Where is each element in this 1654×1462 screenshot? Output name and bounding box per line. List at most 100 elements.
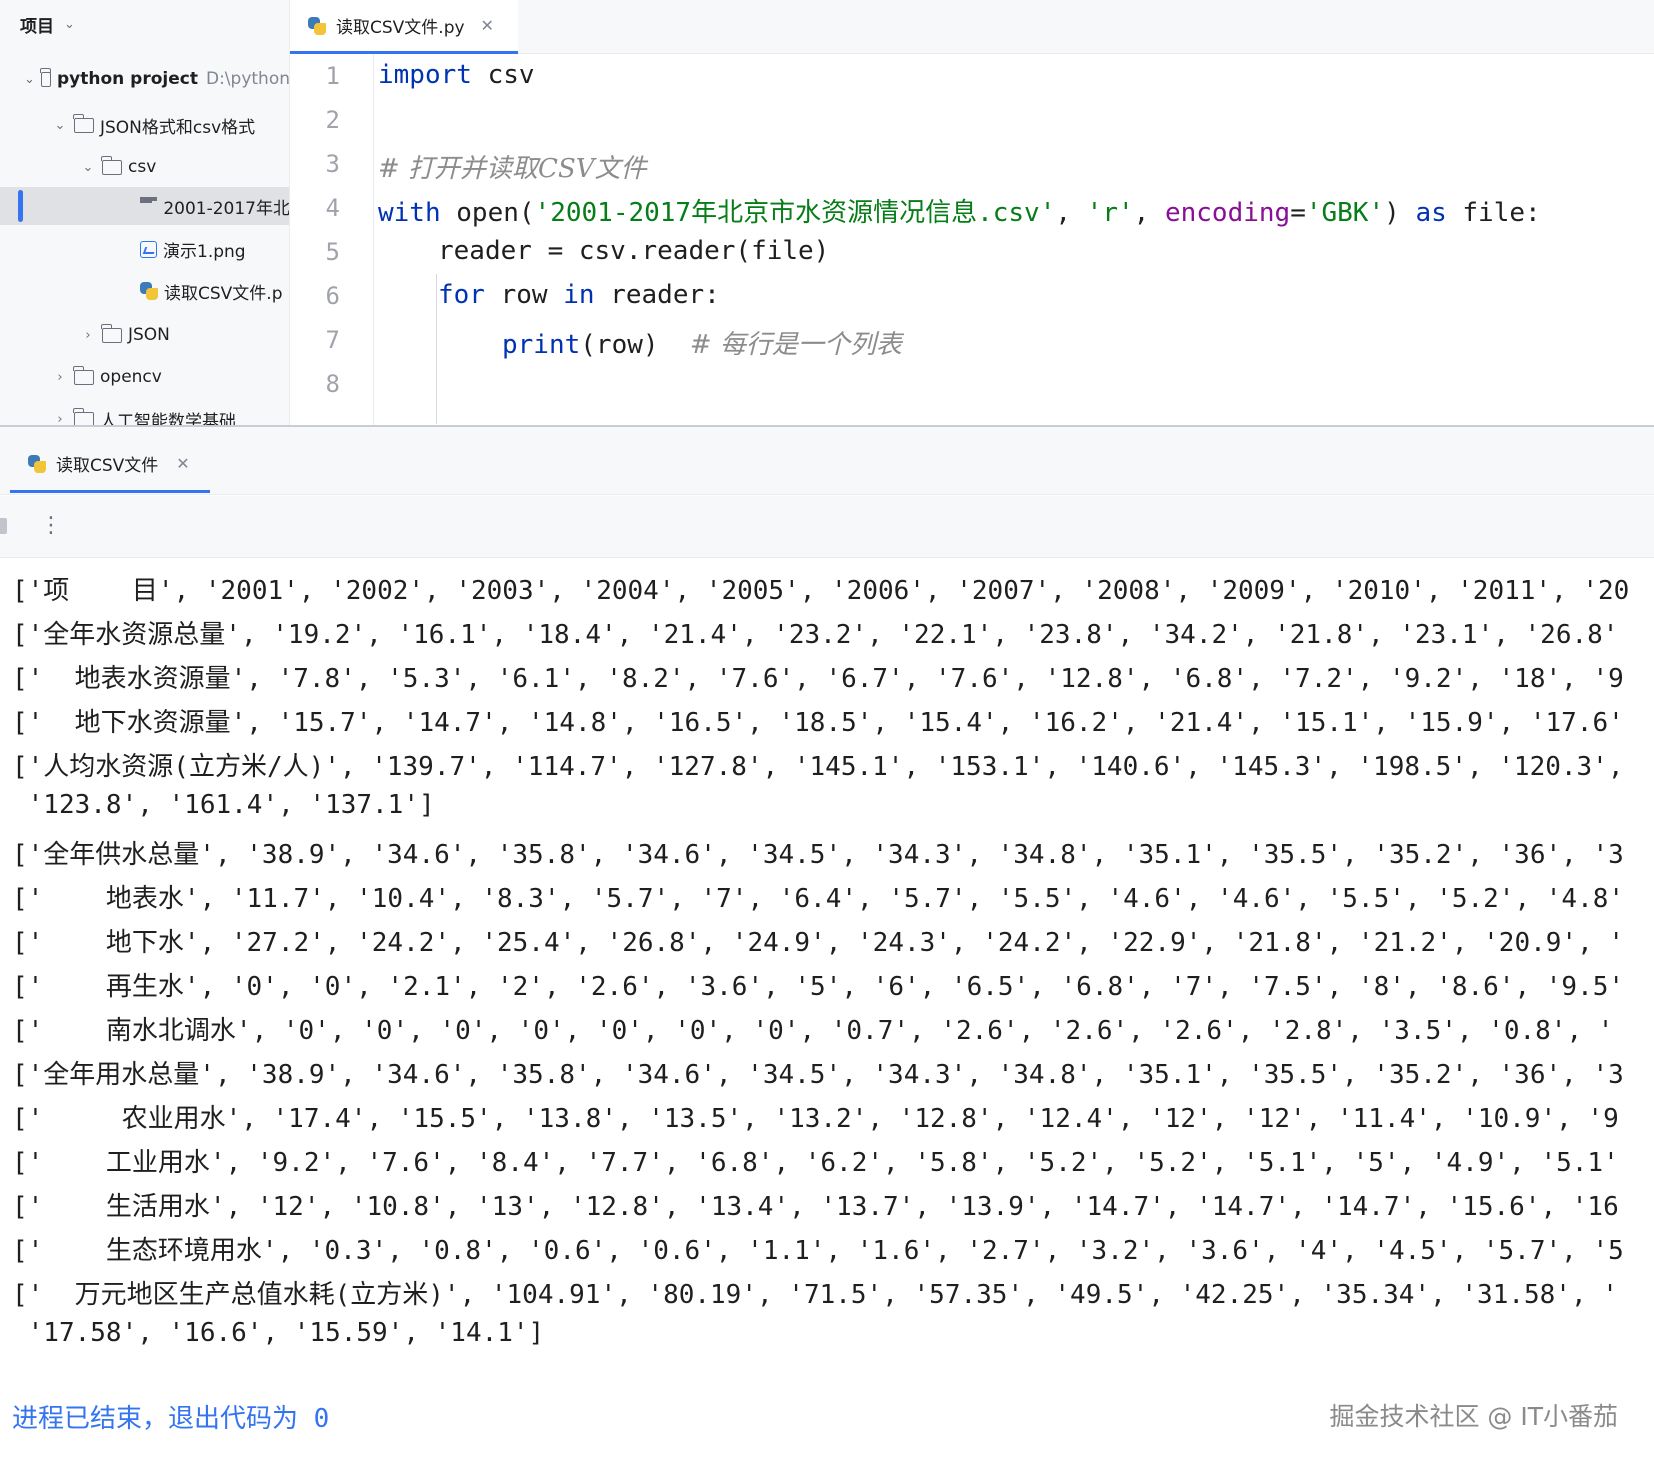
- keyword-token: as: [1415, 198, 1447, 228]
- console-line: ['全年供水总量', '38.9', '34.6', '35.8', '34.6…: [12, 840, 1624, 870]
- builtin-token: print: [502, 330, 581, 360]
- tree-item-csv-folder[interactable]: ⌄ csv: [0, 148, 289, 186]
- chevron-right-icon[interactable]: ›: [80, 328, 96, 343]
- python-file-icon: [140, 282, 158, 300]
- project-view-selector[interactable]: 项目 ⌄: [20, 10, 75, 38]
- comment-token: # 每行是一个列表: [689, 330, 902, 360]
- chevron-down-icon[interactable]: ⌄: [80, 160, 96, 175]
- tree-item-label: JSON格式和csv格式: [100, 117, 256, 138]
- more-options-icon[interactable]: ⋮: [40, 512, 62, 540]
- code-token: ,: [1133, 198, 1165, 228]
- console-line: [' 地下水', '27.2', '24.2', '25.4', '26.8',…: [12, 928, 1625, 958]
- tree-item-json-folder[interactable]: › JSON: [0, 316, 289, 354]
- exit-message: 进程已结束，退出代码为 0: [12, 1404, 330, 1434]
- tree-item-py-file[interactable]: 读取CSV文件.p: [0, 272, 289, 310]
- code-line-5: reader = csv.reader(file): [438, 236, 829, 266]
- stop-icon[interactable]: [0, 518, 7, 534]
- chevron-right-icon[interactable]: ›: [52, 370, 68, 385]
- console-line: ['全年水资源总量', '19.2', '16.1', '18.4', '21.…: [12, 620, 1619, 650]
- line-number: 8: [325, 370, 340, 398]
- console-line: '17.58', '16.6', '15.59', '14.1']: [12, 1318, 545, 1348]
- console-line: ['全年用水总量', '38.9', '34.6', '35.8', '34.6…: [12, 1060, 1624, 1090]
- string-token: 'r': [1086, 198, 1134, 228]
- code-token: (row): [580, 330, 690, 360]
- param-token: encoding: [1164, 198, 1291, 228]
- console-line: [' 地表水', '11.7', '10.4', '8.3', '5.7', '…: [12, 884, 1625, 914]
- tree-item-label: 演示1.png: [163, 241, 246, 262]
- tree-item-label: python project: [57, 69, 198, 89]
- tab-label: 读取CSV文件.py: [336, 18, 465, 38]
- folder-icon: [101, 155, 122, 175]
- keyword-token: for: [438, 280, 485, 310]
- top-area: 项目 ⌄ ⌄ python project D:\python ⌄ JSON格式…: [0, 0, 1654, 426]
- code-token: row: [484, 280, 564, 310]
- console-line: ['项 目', '2001', '2002', '2003', '2004', …: [12, 576, 1630, 606]
- close-icon[interactable]: ✕: [176, 454, 189, 473]
- console-line: ['人均水资源(立方米/人)', '139.7', '114.7', '127.…: [12, 752, 1624, 782]
- console-line: [' 工业用水', '9.2', '7.6', '8.4', '7.7', '6…: [12, 1148, 1619, 1178]
- tree-item-ai-math-folder[interactable]: › 人工智能数学基础: [0, 400, 289, 427]
- code-line-3: # 打开并读取CSV文件: [378, 148, 647, 185]
- tab-read-csv-py[interactable]: 读取CSV文件.py ✕: [290, 0, 518, 54]
- console-line: [' 万元地区生产总值水耗(立方米)', '104.91', '80.19', …: [12, 1280, 1618, 1310]
- chevron-down-icon[interactable]: ⌄: [64, 17, 75, 32]
- close-icon[interactable]: ✕: [481, 16, 494, 35]
- tree-item-label: 人工智能数学基础: [100, 411, 236, 427]
- tree-item-opencv-folder[interactable]: › opencv: [0, 358, 289, 396]
- python-file-icon: [308, 16, 326, 35]
- string-token: '2001-2017年北京市水资源情况信息.csv': [534, 198, 1056, 228]
- console-line: [' 生活用水', '12', '10.8', '13', '12.8', '1…: [12, 1192, 1619, 1222]
- folder-icon: [101, 323, 122, 343]
- console-line: [' 南水北调水', '0', '0', '0', '0', '0', '0',…: [12, 1016, 1614, 1046]
- image-file-icon: [140, 240, 157, 258]
- line-number: 1: [325, 62, 340, 90]
- chevron-down-icon[interactable]: ⌄: [52, 118, 68, 133]
- console-line: [' 农业用水', '17.4', '15.5', '13.8', '13.5'…: [12, 1104, 1619, 1134]
- folder-icon: [73, 407, 94, 426]
- tree-item-python-project[interactable]: ⌄ python project D:\python: [0, 60, 290, 98]
- project-panel: 项目 ⌄ ⌄ python project D:\python ⌄ JSON格式…: [0, 0, 290, 426]
- code-token: reader:: [594, 280, 720, 310]
- tree-item-path: D:\python: [205, 69, 290, 89]
- run-toolbar: ⋮: [0, 496, 1654, 558]
- tree-item-label: 2001-2017年北: [163, 198, 290, 219]
- console-line: [' 生态环境用水', '0.3', '0.8', '0.6', '0.6', …: [12, 1236, 1624, 1266]
- chevron-right-icon[interactable]: ›: [52, 412, 68, 427]
- console-output[interactable]: ['项 目', '2001', '2002', '2003', '2004', …: [0, 558, 1654, 1462]
- code-editor[interactable]: import csv # 打开并读取CSV文件 with open('2001-…: [376, 54, 1654, 426]
- line-number: 4: [325, 194, 340, 222]
- tree-item-json-csv-folder[interactable]: ⌄ JSON格式和csv格式: [0, 106, 289, 144]
- code-line-6: for row in reader:: [438, 280, 720, 310]
- code-token: open(: [440, 198, 535, 228]
- editor-tab-bar: 读取CSV文件.py ✕: [290, 0, 1654, 54]
- tree-item-label: JSON: [128, 325, 170, 345]
- keyword-token: with: [378, 198, 441, 228]
- line-number-gutter: 1 2 3 4 5 6 7 8: [290, 54, 374, 426]
- console-line: '123.8', '161.4', '137.1']: [12, 790, 435, 820]
- console-line: [' 地下水资源量', '15.7', '14.7', '14.8', '16.…: [12, 708, 1624, 738]
- code-token: =: [1290, 198, 1306, 228]
- tree-item-png-file[interactable]: 演示1.png: [0, 230, 289, 268]
- line-number: 7: [325, 326, 340, 354]
- console-line: [' 再生水', '0', '0', '2.1', '2', '2.6', '3…: [12, 972, 1625, 1002]
- code-token: reader = csv.reader(file): [438, 236, 830, 266]
- tab-run-read-csv[interactable]: 读取CSV文件 ✕: [10, 437, 210, 493]
- folder-icon: [40, 67, 52, 87]
- folder-icon: [73, 365, 94, 385]
- line-number: 5: [325, 238, 340, 266]
- chevron-down-icon[interactable]: ⌄: [24, 72, 35, 87]
- code-token: ): [1384, 198, 1416, 228]
- watermark: 掘金技术社区 @ IT小番茄: [1329, 1402, 1618, 1431]
- code-line-1: import csv: [378, 60, 535, 90]
- code-line-7: print(row) # 每行是一个列表: [502, 324, 902, 361]
- string-token: 'GBK': [1305, 198, 1385, 228]
- folder-icon: [73, 113, 94, 133]
- comment-token: # 打开并读取CSV文件: [378, 154, 647, 184]
- code-token: file:: [1446, 198, 1541, 228]
- run-tab-bar: 读取CSV文件 ✕: [0, 427, 1654, 495]
- tree-item-label: opencv: [100, 367, 162, 387]
- tree-item-csv-file[interactable]: 2001-2017年北: [0, 187, 290, 225]
- line-number: 3: [325, 150, 340, 178]
- selection-marker: [18, 190, 23, 222]
- indent-guide: [436, 316, 437, 424]
